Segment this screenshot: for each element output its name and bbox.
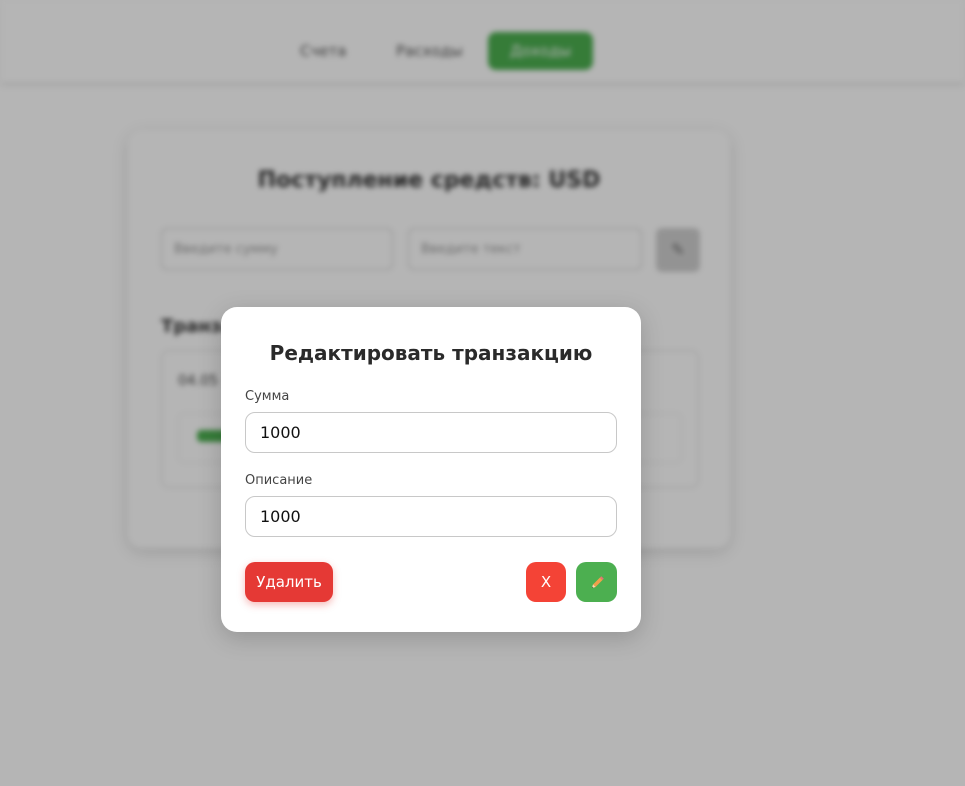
save-button[interactable]: [576, 562, 617, 602]
amount-label: Сумма: [245, 389, 290, 404]
delete-button[interactable]: Удалить: [245, 562, 333, 602]
description-label: Описание: [245, 473, 313, 488]
cancel-button[interactable]: X: [526, 562, 566, 602]
edit-transaction-modal: Редактировать транзакцию Сумма Описание …: [221, 307, 641, 632]
pencil-icon: [591, 575, 604, 588]
amount-field[interactable]: [245, 412, 617, 453]
modal-title: Редактировать транзакцию: [269, 341, 593, 365]
description-field[interactable]: [245, 496, 617, 537]
